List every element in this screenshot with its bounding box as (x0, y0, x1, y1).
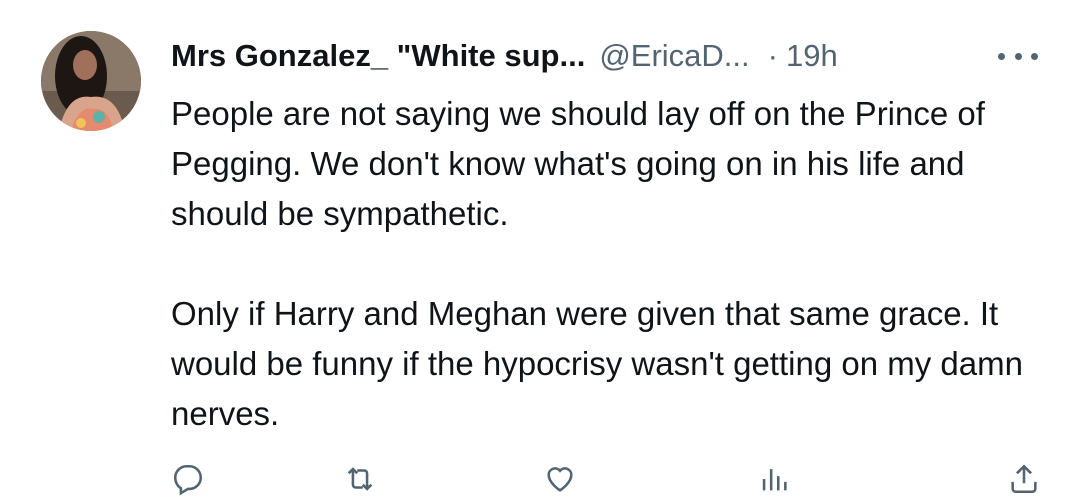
reply-button[interactable] (171, 462, 205, 496)
retweet-icon (347, 467, 373, 491)
tweet-header: Mrs Gonzalez_ "White sup... @EricaD... ·… (171, 33, 1080, 79)
share-button[interactable] (1007, 462, 1041, 496)
tweet-paragraph: Only if Harry and Meghan were given that… (171, 295, 1023, 432)
tweet-text: People are not saying we should lay off … (171, 89, 1061, 439)
views-button[interactable] (757, 462, 791, 496)
timestamp[interactable]: 19h (786, 38, 838, 74)
share-icon (1011, 464, 1037, 494)
like-icon (547, 467, 573, 492)
action-bar (171, 462, 1041, 502)
more-dot (998, 52, 1005, 60)
author-name[interactable]: Mrs Gonzalez_ "White sup... (171, 38, 585, 74)
more-dot (1031, 52, 1038, 60)
avatar[interactable] (41, 31, 141, 131)
like-button[interactable] (543, 462, 577, 496)
separator-dot: · (767, 38, 778, 73)
retweet-button[interactable] (343, 462, 377, 496)
author-handle[interactable]: @EricaD... (599, 38, 749, 74)
reply-icon (173, 464, 203, 496)
more-options-icon[interactable] (998, 44, 1038, 68)
tweet-paragraph: People are not saying we should lay off … (171, 95, 985, 232)
more-dot (1014, 52, 1022, 60)
views-icon (762, 469, 787, 491)
avatar-image (41, 31, 141, 131)
